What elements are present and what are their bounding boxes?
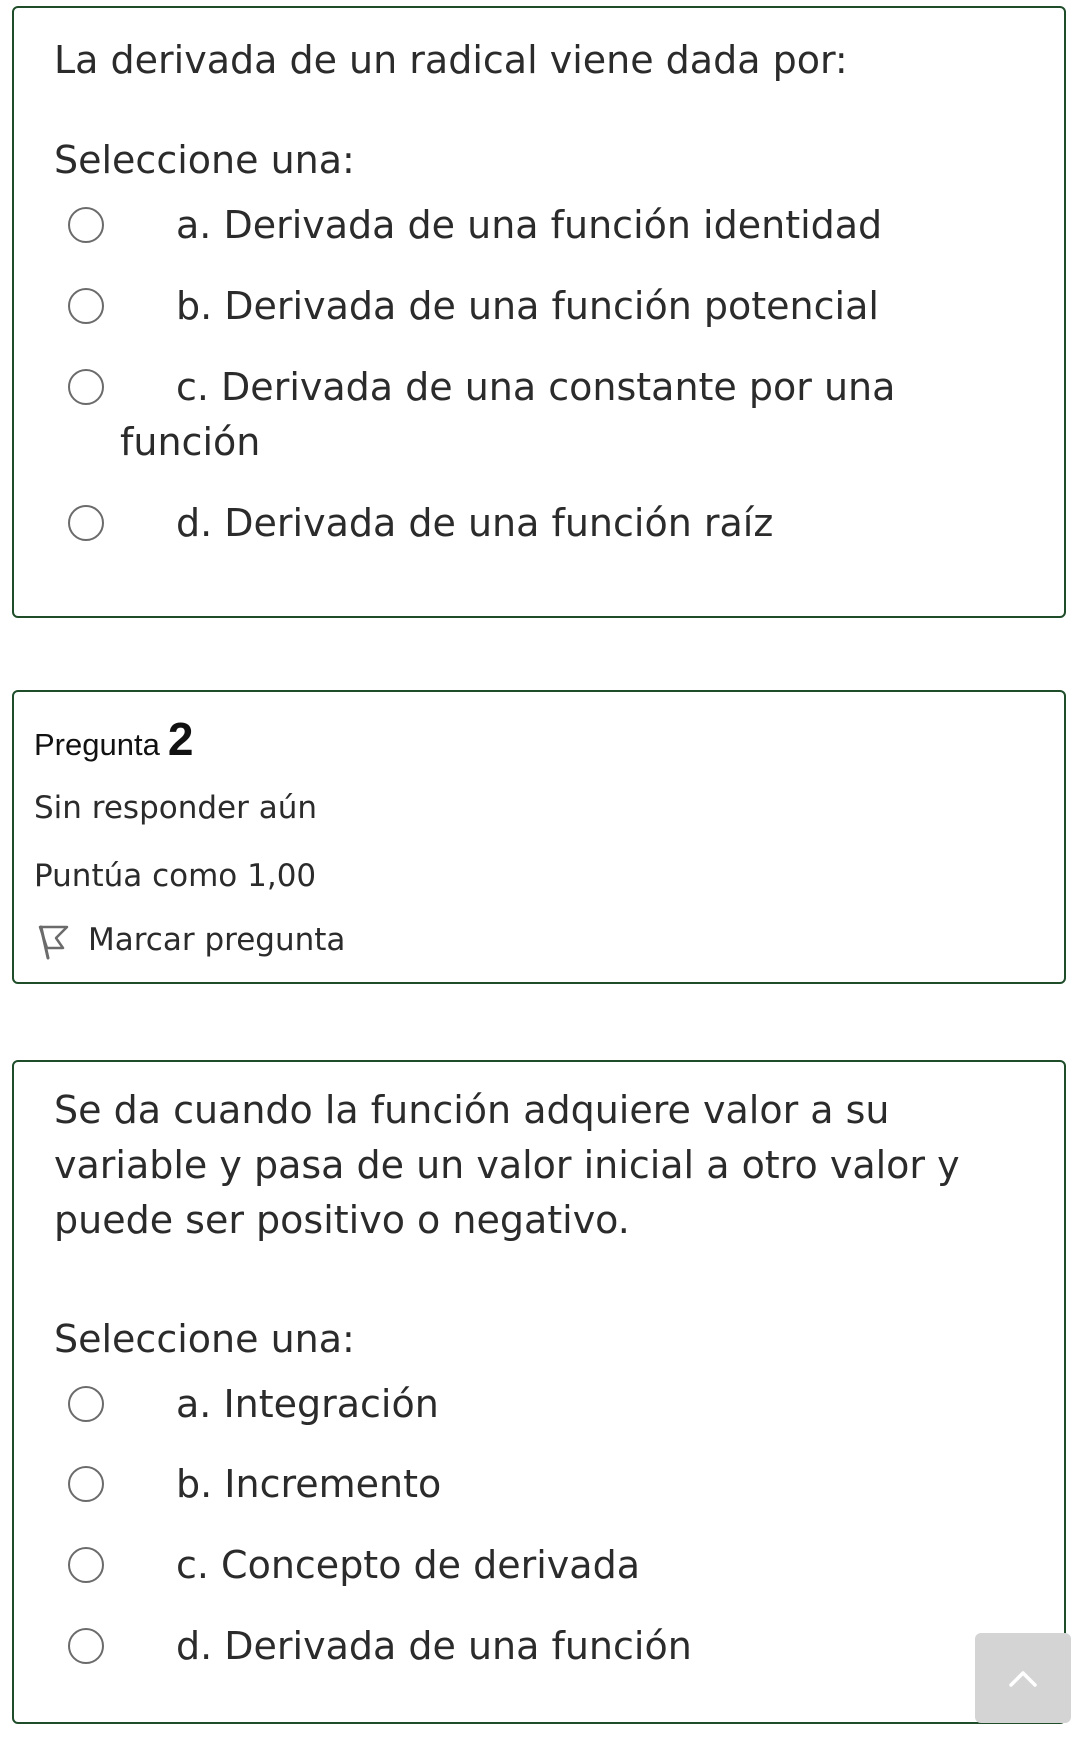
question-1-option-c[interactable]: c. Derivada de una constante por una fun… [54, 360, 954, 470]
radio-button[interactable] [68, 1466, 104, 1502]
option-label: d. Derivada de una función [176, 1624, 692, 1668]
option-label: a. Derivada de una función identidad [176, 203, 883, 247]
back-to-top-button[interactable] [975, 1633, 1071, 1723]
question-1-option-a[interactable]: a. Derivada de una función identidad [54, 198, 954, 253]
question-2-text: Se da cuando la función adquiere valor a… [54, 1088, 960, 1242]
radio-button[interactable] [68, 1386, 104, 1422]
question-1-option-d[interactable]: d. Derivada de una función raíz [54, 496, 954, 551]
question-status: Sin responder aún [34, 790, 318, 826]
question-1-prompt: Seleccione una: [54, 138, 355, 182]
question-number-heading: Pregunta 2 [34, 712, 193, 766]
radio-button[interactable] [68, 1547, 104, 1583]
question-number: 2 [167, 713, 194, 765]
question-1-option-b[interactable]: b. Derivada de una función potencial [54, 279, 954, 334]
option-label: d. Derivada de una función raíz [176, 501, 774, 545]
radio-button[interactable] [68, 369, 104, 405]
option-label: b. Incremento [176, 1462, 442, 1506]
radio-button[interactable] [68, 1628, 104, 1664]
flag-question-label: Marcar pregunta [88, 922, 346, 958]
question-2-option-a[interactable]: a. Integración [54, 1377, 954, 1432]
radio-button[interactable] [68, 505, 104, 541]
option-label: a. Integración [176, 1382, 439, 1426]
question-1-text: La derivada de un radical viene dada por… [54, 38, 848, 82]
option-label: c. Derivada de una constante por una fun… [120, 365, 896, 464]
question-word: Pregunta [34, 727, 160, 762]
flag-icon [38, 925, 69, 960]
question-score: Puntúa como 1,00 [34, 858, 317, 894]
question-2-option-c[interactable]: c. Concepto de derivada [54, 1538, 954, 1593]
question-2-option-b[interactable]: b. Incremento [54, 1457, 954, 1512]
radio-button[interactable] [68, 288, 104, 324]
option-label: b. Derivada de una función potencial [176, 284, 879, 328]
radio-button[interactable] [68, 207, 104, 243]
question-2-option-d[interactable]: d. Derivada de una función [54, 1619, 954, 1674]
chevron-up-icon [1009, 1671, 1037, 1687]
question-2-content: Se da cuando la función adquiere valor a… [12, 1060, 1066, 1724]
question-2-info: Pregunta 2 Sin responder aún Puntúa como … [12, 690, 1066, 984]
question-2-prompt: Seleccione una: [54, 1317, 355, 1361]
option-label: c. Concepto de derivada [176, 1543, 640, 1587]
question-1-content: La derivada de un radical viene dada por… [12, 6, 1066, 618]
